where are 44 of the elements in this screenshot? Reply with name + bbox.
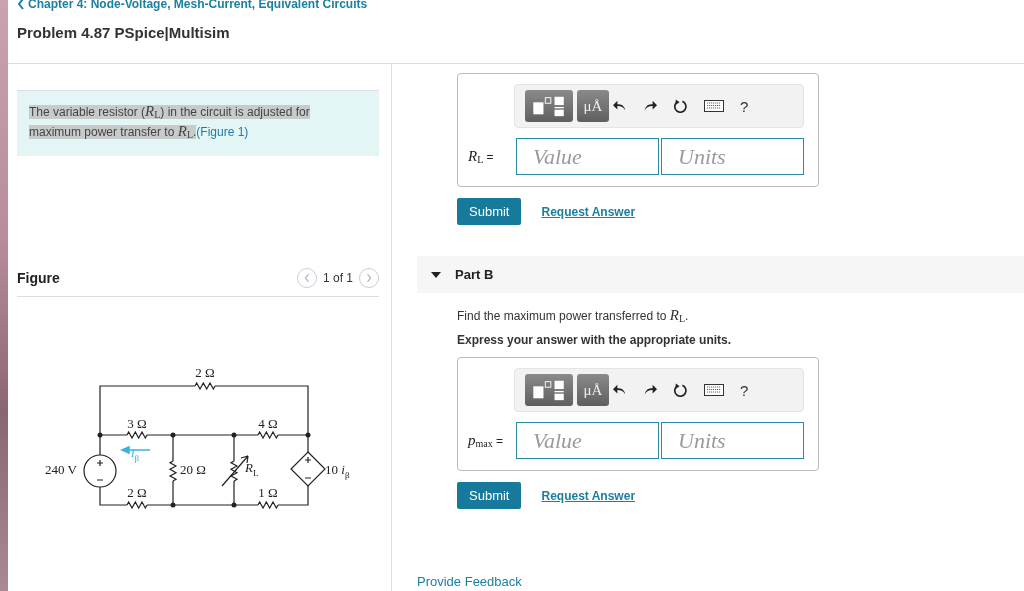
answer-label: p$_{max}$ = (468, 432, 505, 449)
value-field[interactable]: Value (516, 138, 659, 175)
problem-title: Problem 4.87 PSpice|Multisim (17, 24, 231, 41)
circuit-label: 2 Ω (195, 365, 215, 380)
circuit-label: 1 Ω (258, 485, 278, 500)
breadcrumb-link[interactable]: Chapter 4: Node-Voltage, Mesh-Current, Equivalent Circuits (28, 0, 368, 11)
circuit-label: i$_{β}$ (130, 445, 140, 465)
figure-heading: Figure (17, 270, 60, 286)
reset-icon[interactable] (673, 382, 688, 398)
submit-button[interactable]: Submit (457, 482, 522, 509)
part-header[interactable]: Part B (417, 256, 1024, 293)
template-button[interactable] (525, 374, 573, 406)
units-button[interactable]: μÅ (577, 90, 609, 122)
part-title: Part B (455, 267, 494, 282)
figure-link[interactable]: (Figure 1) (196, 125, 249, 139)
circuit-label: 10 i$_{β}$ (325, 462, 350, 482)
units-field[interactable]: Units (661, 138, 804, 175)
feedback-link[interactable]: Provide Feedback (417, 574, 522, 589)
question-text: Find the maximum power transferred to R$_{L}$. (457, 307, 690, 324)
circuit-label: 20 Ω (180, 462, 206, 477)
template-button[interactable] (525, 90, 573, 122)
keyboard-icon[interactable] (704, 100, 724, 112)
units-button[interactable]: μÅ (577, 374, 609, 406)
intro-text: The variable resistor (R$_{L}$) in the circuit is adjusted for maximum power transfer to R$_{L}$.(Figure 1) (29, 103, 311, 142)
keyboard-icon[interactable] (704, 384, 724, 396)
circuit-label: 2 Ω (127, 485, 147, 500)
help-button[interactable]: ? (740, 381, 749, 399)
circuit-label: 240 V (45, 462, 77, 477)
answer-label: R$_{L}$ = (468, 148, 495, 165)
circuit-label: R$_{L}$ (245, 460, 259, 480)
reset-icon[interactable] (673, 98, 688, 114)
circuit-label: 3 Ω (127, 416, 147, 431)
chevron-left-icon (303, 273, 310, 283)
request-answer-link[interactable]: Request Answer (541, 204, 636, 219)
request-answer-link[interactable]: Request Answer (541, 488, 636, 503)
circuit-label: 4 Ω (258, 416, 278, 431)
submit-button[interactable]: Submit (457, 198, 522, 225)
back-chevron-icon[interactable] (17, 0, 25, 10)
value-field[interactable]: Value (516, 422, 659, 459)
units-field[interactable]: Units (661, 422, 804, 459)
page-counter: 1 of 1 (322, 271, 353, 285)
help-button[interactable]: ? (740, 97, 749, 115)
chevron-right-icon (366, 273, 372, 283)
instruction-text: Express your answer with the appropriate units. (457, 333, 733, 347)
